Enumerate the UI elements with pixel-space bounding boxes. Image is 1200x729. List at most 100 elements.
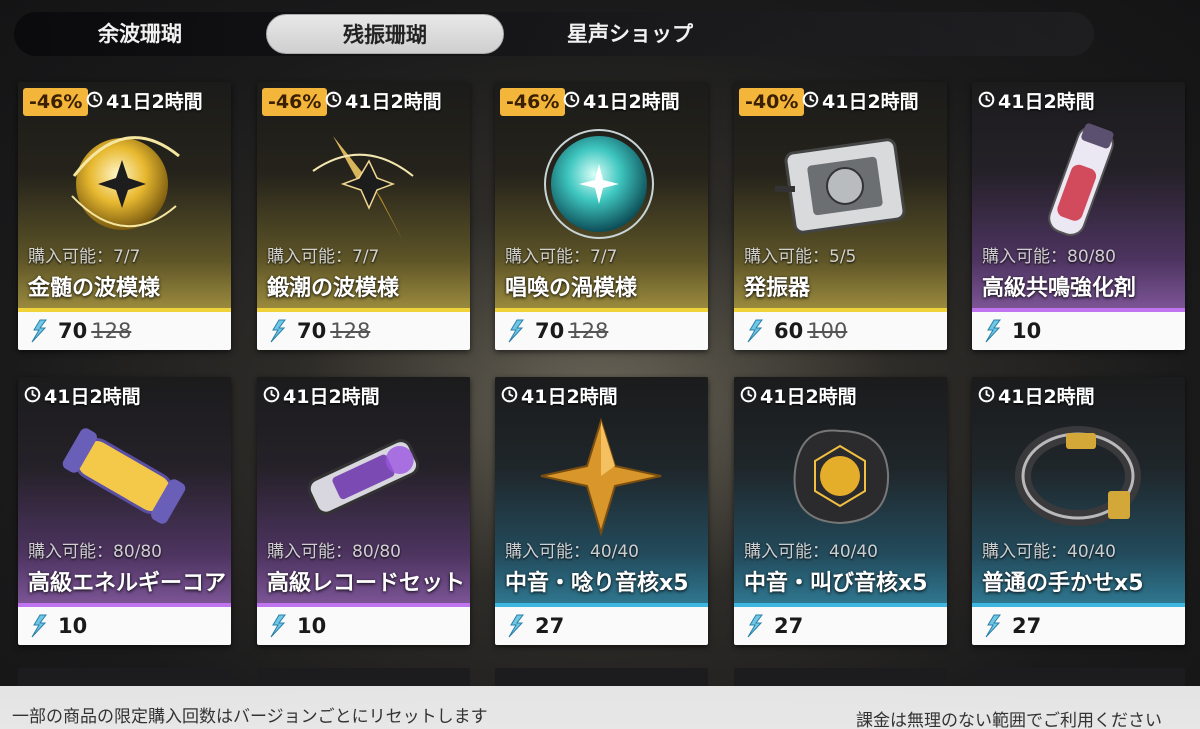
price-bar: 70 128 <box>495 312 708 350</box>
time-remaining: 41日2時間 <box>501 383 618 411</box>
shop-item-card[interactable]: 41日2時間 購入可能：40/40 普通の手かせx5 27 <box>972 377 1185 645</box>
star-shard-icon <box>531 411 671 541</box>
item-card-peek <box>495 668 708 688</box>
time-remaining: 41日2時間 <box>563 88 680 116</box>
shop-item-card[interactable]: -46% 41日2時間 購入可能：7/7 鍛潮の波模様 70 128 <box>257 82 470 350</box>
price: 60 <box>774 319 804 343</box>
shop-item-card[interactable]: 41日2時間 購入可能：80/80 高級エネルギーコア 10 <box>18 377 231 645</box>
item-card-peek <box>734 668 947 688</box>
shop-item-card[interactable]: -46% 41日2時間 購入可能：7/7 唱喚の渦模様 70 128 <box>495 82 708 350</box>
price-bar: 60 100 <box>734 312 947 350</box>
tune-currency-icon <box>267 318 289 344</box>
price: 10 <box>297 614 327 638</box>
purchase-limit: 購入可能：40/40 <box>505 542 639 562</box>
tune-currency-icon <box>505 318 527 344</box>
shop-item-card[interactable]: -46% 41日2時間 購入可能：7/7 金髄の波模様 70 128 <box>18 82 231 350</box>
item-name: 高級レコードセット <box>267 571 466 596</box>
purchase-limit: 購入可能：7/7 <box>267 247 380 267</box>
timer-text: 41日2時間 <box>521 386 618 408</box>
energy-core-icon <box>54 411 194 541</box>
item-name: 唱喚の渦模様 <box>505 276 638 301</box>
shop-item-card[interactable]: 41日2時間 購入可能：40/40 中音・唸り音核x5 27 <box>495 377 708 645</box>
item-card-peek <box>18 668 231 688</box>
clock-icon <box>263 383 283 411</box>
timer-text: 41日2時間 <box>760 386 857 408</box>
clock-icon <box>802 88 822 116</box>
golden-orb-icon <box>54 116 194 246</box>
tune-currency-icon <box>28 613 50 639</box>
shop-item-card[interactable]: 41日2時間 購入可能：80/80 高級レコードセット 10 <box>257 377 470 645</box>
caged-core-icon <box>770 411 910 541</box>
time-remaining: 41日2時間 <box>86 88 203 116</box>
item-card-peek <box>972 668 1185 688</box>
purchase-limit: 購入可能：80/80 <box>982 247 1116 267</box>
timer-text: 41日2時間 <box>998 386 1095 408</box>
record-set-icon <box>293 411 433 541</box>
purchase-limit: 購入可能：7/7 <box>28 247 141 267</box>
timer-text: 41日2時間 <box>283 386 380 408</box>
price: 27 <box>774 614 804 638</box>
reset-notice: 一部の商品の限定購入回数はバージョンごとにリセットします <box>12 707 488 727</box>
item-name: 発振器 <box>744 276 811 301</box>
timer-text: 41日2時間 <box>345 91 442 113</box>
purchase-limit: 購入可能：40/40 <box>982 542 1116 562</box>
discount-badge: -46% <box>23 88 89 116</box>
price: 27 <box>535 614 565 638</box>
item-name: 高級共鳴強化剤 <box>982 276 1137 301</box>
timer-text: 41日2時間 <box>822 91 919 113</box>
tune-currency-icon <box>744 613 766 639</box>
tune-currency-icon <box>982 613 1004 639</box>
clock-icon <box>325 88 345 116</box>
clock-icon <box>86 88 106 116</box>
tune-currency-icon <box>505 613 527 639</box>
time-remaining: 41日2時間 <box>978 88 1095 116</box>
timer-text: 41日2時間 <box>106 91 203 113</box>
price: 70 <box>297 319 327 343</box>
price-bar: 10 <box>257 607 470 645</box>
price-bar: 10 <box>972 312 1185 350</box>
shackle-ring-icon <box>1008 411 1148 541</box>
original-price: 128 <box>568 319 609 343</box>
time-remaining: 41日2時間 <box>263 383 380 411</box>
shop-item-card[interactable]: 41日2時間 購入可能：80/80 高級共鳴強化剤 10 <box>972 82 1185 350</box>
price: 10 <box>58 614 88 638</box>
price: 10 <box>1012 319 1042 343</box>
oscillator-device-icon <box>770 116 910 246</box>
shop-item-card[interactable]: 41日2時間 購入可能：40/40 中音・叫び音核x5 27 <box>734 377 947 645</box>
item-name: 中音・唸り音核x5 <box>505 571 689 596</box>
item-name: 普通の手かせx5 <box>982 571 1144 596</box>
price-bar: 27 <box>495 607 708 645</box>
original-price: 100 <box>807 319 848 343</box>
time-remaining: 41日2時間 <box>325 88 442 116</box>
tune-currency-icon <box>267 613 289 639</box>
price: 70 <box>58 319 88 343</box>
teal-orb-icon <box>531 116 671 246</box>
purchase-limit: 購入可能：80/80 <box>28 542 162 562</box>
vial-icon <box>1008 116 1148 246</box>
price: 70 <box>535 319 565 343</box>
clock-icon <box>501 383 521 411</box>
purchase-limit: 購入可能：7/7 <box>505 247 618 267</box>
timer-text: 41日2時間 <box>44 386 141 408</box>
spending-notice: 課金は無理のない範囲でご利用ください <box>856 711 1162 729</box>
time-remaining: 41日2時間 <box>24 383 141 411</box>
clock-icon <box>978 88 998 116</box>
discount-badge: -46% <box>262 88 328 116</box>
price: 27 <box>1012 614 1042 638</box>
timer-text: 41日2時間 <box>998 91 1095 113</box>
price-bar: 70 128 <box>257 312 470 350</box>
purchase-limit: 購入可能：40/40 <box>744 542 878 562</box>
price-bar: 10 <box>18 607 231 645</box>
time-remaining: 41日2時間 <box>802 88 919 116</box>
item-name: 高級エネルギーコア <box>28 571 227 596</box>
tune-currency-icon <box>982 318 1004 344</box>
discount-badge: -46% <box>500 88 566 116</box>
timer-text: 41日2時間 <box>583 91 680 113</box>
shop-item-card[interactable]: -40% 41日2時間 購入可能：5/5 発振器 60 100 <box>734 82 947 350</box>
item-grid: -46% 41日2時間 購入可能：7/7 金髄の波模様 70 128 -46% … <box>0 0 1200 729</box>
time-remaining: 41日2時間 <box>978 383 1095 411</box>
clock-icon <box>563 88 583 116</box>
discount-badge: -40% <box>739 88 805 116</box>
time-remaining: 41日2時間 <box>740 383 857 411</box>
price-bar: 70 128 <box>18 312 231 350</box>
